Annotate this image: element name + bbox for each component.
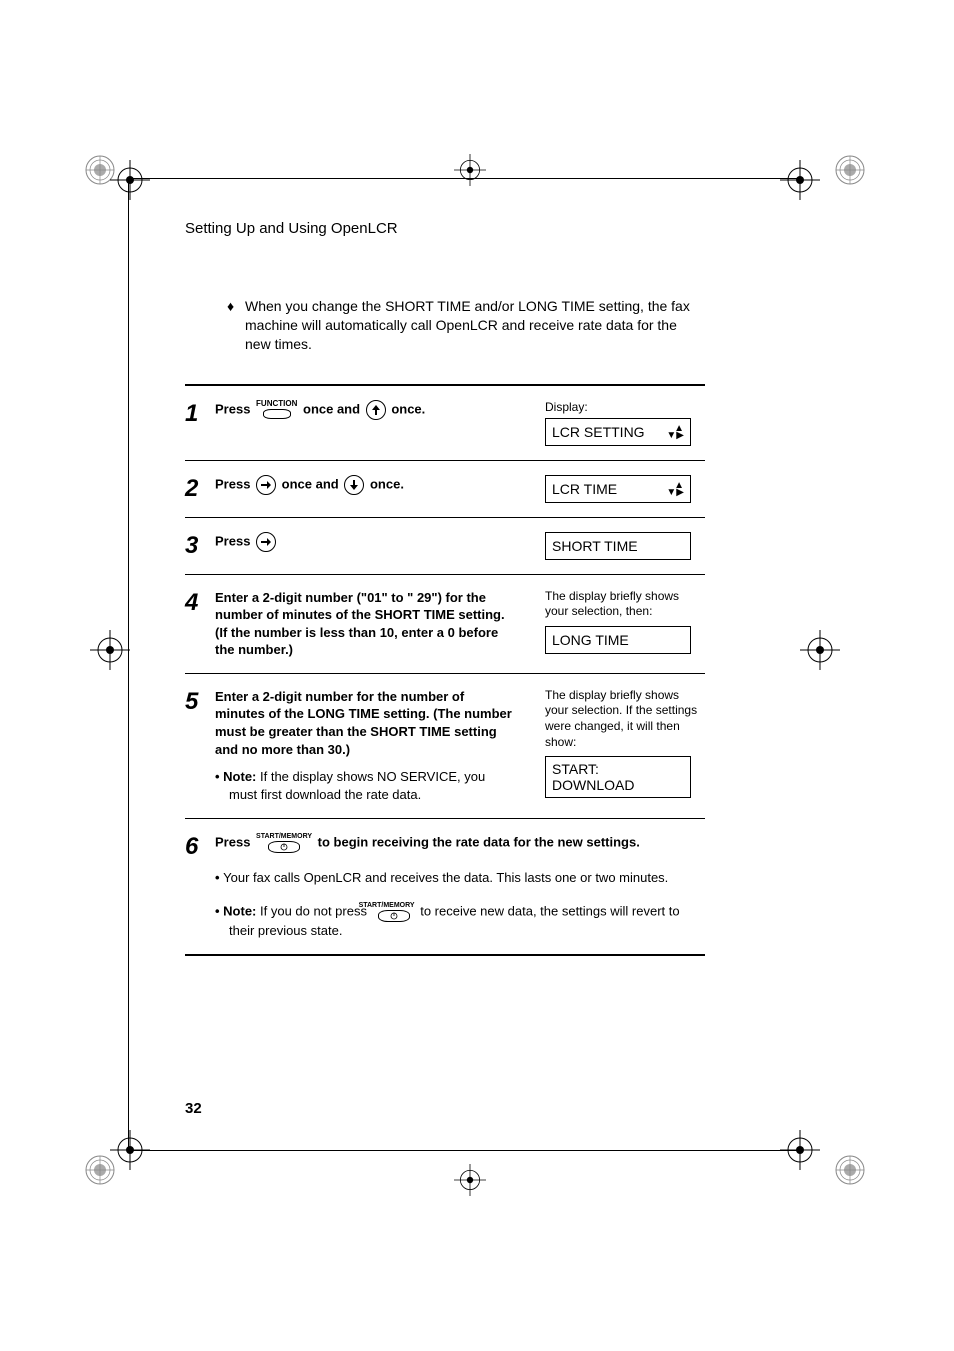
registration-mark-top-left-2 — [110, 160, 150, 200]
step-body: Press — [215, 532, 515, 560]
function-key-icon: FUNCTION — [256, 400, 297, 419]
registration-mark-bot-center — [450, 1160, 490, 1200]
bullet-icon: • — [215, 870, 223, 885]
bullet-icon: • — [215, 769, 223, 784]
start-memory-key-label: START/MEMORY — [256, 833, 312, 840]
step-3: 3 Press SHORT TIME — [185, 518, 705, 575]
function-key-label: FUNCTION — [256, 400, 297, 408]
display-text: LCR TIME — [552, 481, 617, 497]
crop-line-top — [130, 178, 800, 179]
step-5: 5 Enter a 2-digit number for the number … — [185, 674, 705, 820]
registration-mark-top-right — [780, 160, 820, 200]
display-box: START: DOWNLOAD — [545, 756, 691, 798]
intro-paragraph: ♦When you change the SHORT TIME and/or L… — [245, 297, 705, 354]
step-4: 4 Enter a 2-digit number ("01" to " 29")… — [185, 575, 705, 674]
registration-mark-top-center — [450, 150, 490, 190]
nav-arrows-icon: ▲▼▶ — [666, 482, 684, 496]
display-text: LONG TIME — [552, 632, 629, 648]
crop-line-left — [128, 178, 129, 1151]
step-number: 3 — [185, 532, 215, 560]
display-box: LCR SETTING ▲▼▶ — [545, 418, 691, 446]
registration-mark-bot-right-2 — [820, 1140, 880, 1200]
start-memory-key-icon: START/MEMORY — [373, 902, 415, 922]
start-memory-key-icon: START/MEMORY — [256, 833, 312, 853]
right-arrow-key-icon — [256, 532, 276, 552]
step-number: 1 — [185, 400, 215, 446]
page-number: 32 — [185, 1100, 202, 1117]
step-number: 4 — [185, 589, 215, 659]
display-text: SHORT TIME — [552, 538, 638, 554]
registration-mark-mid-left — [90, 630, 130, 670]
step-body: Enter a 2-digit number for the number of… — [215, 688, 515, 805]
step-1: 1 Press FUNCTION once and once. Display:… — [185, 386, 705, 461]
nav-arrows-icon: ▲▼▶ — [666, 425, 684, 439]
running-head: Setting Up and Using OpenLCR — [185, 220, 705, 237]
step-body: Press START/MEMORY to begin receiving th… — [215, 833, 705, 939]
step-2: 2 Press once and once. LCR TIME ▲▼▶ — [185, 461, 705, 518]
display-text: START: DOWNLOAD — [552, 761, 684, 793]
bullet-icon: • — [215, 903, 223, 918]
display-box: LCR TIME ▲▼▶ — [545, 475, 691, 503]
crop-line-bottom — [130, 1150, 800, 1151]
registration-mark-mid-right — [800, 630, 840, 670]
step-number: 5 — [185, 688, 215, 805]
step-number: 2 — [185, 475, 215, 503]
side-note: The display briefly shows your selection… — [545, 688, 705, 750]
intro-text: When you change the SHORT TIME and/or LO… — [245, 298, 690, 352]
display-box: SHORT TIME — [545, 532, 691, 560]
step-6: 6 Press START/MEMORY to begin receiving … — [185, 819, 705, 955]
step-body: Press once and once. — [215, 475, 515, 503]
registration-mark-top-right-2 — [820, 140, 880, 200]
up-arrow-key-icon — [366, 400, 386, 420]
display-text: LCR SETTING — [552, 424, 645, 440]
step-body: Press FUNCTION once and once. — [215, 400, 515, 446]
diamond-bullet-icon: ♦ — [227, 297, 237, 316]
display-label: Display: — [545, 400, 705, 414]
step-body: Enter a 2-digit number ("01" to " 29") f… — [215, 589, 515, 659]
right-arrow-key-icon — [256, 475, 276, 495]
start-memory-key-label: START/MEMORY — [373, 902, 415, 909]
step-number: 6 — [185, 833, 215, 939]
side-note: The display briefly shows your selection… — [545, 589, 705, 620]
steps-list: 1 Press FUNCTION once and once. Display:… — [185, 384, 705, 956]
display-box: LONG TIME — [545, 626, 691, 654]
down-arrow-key-icon — [344, 475, 364, 495]
